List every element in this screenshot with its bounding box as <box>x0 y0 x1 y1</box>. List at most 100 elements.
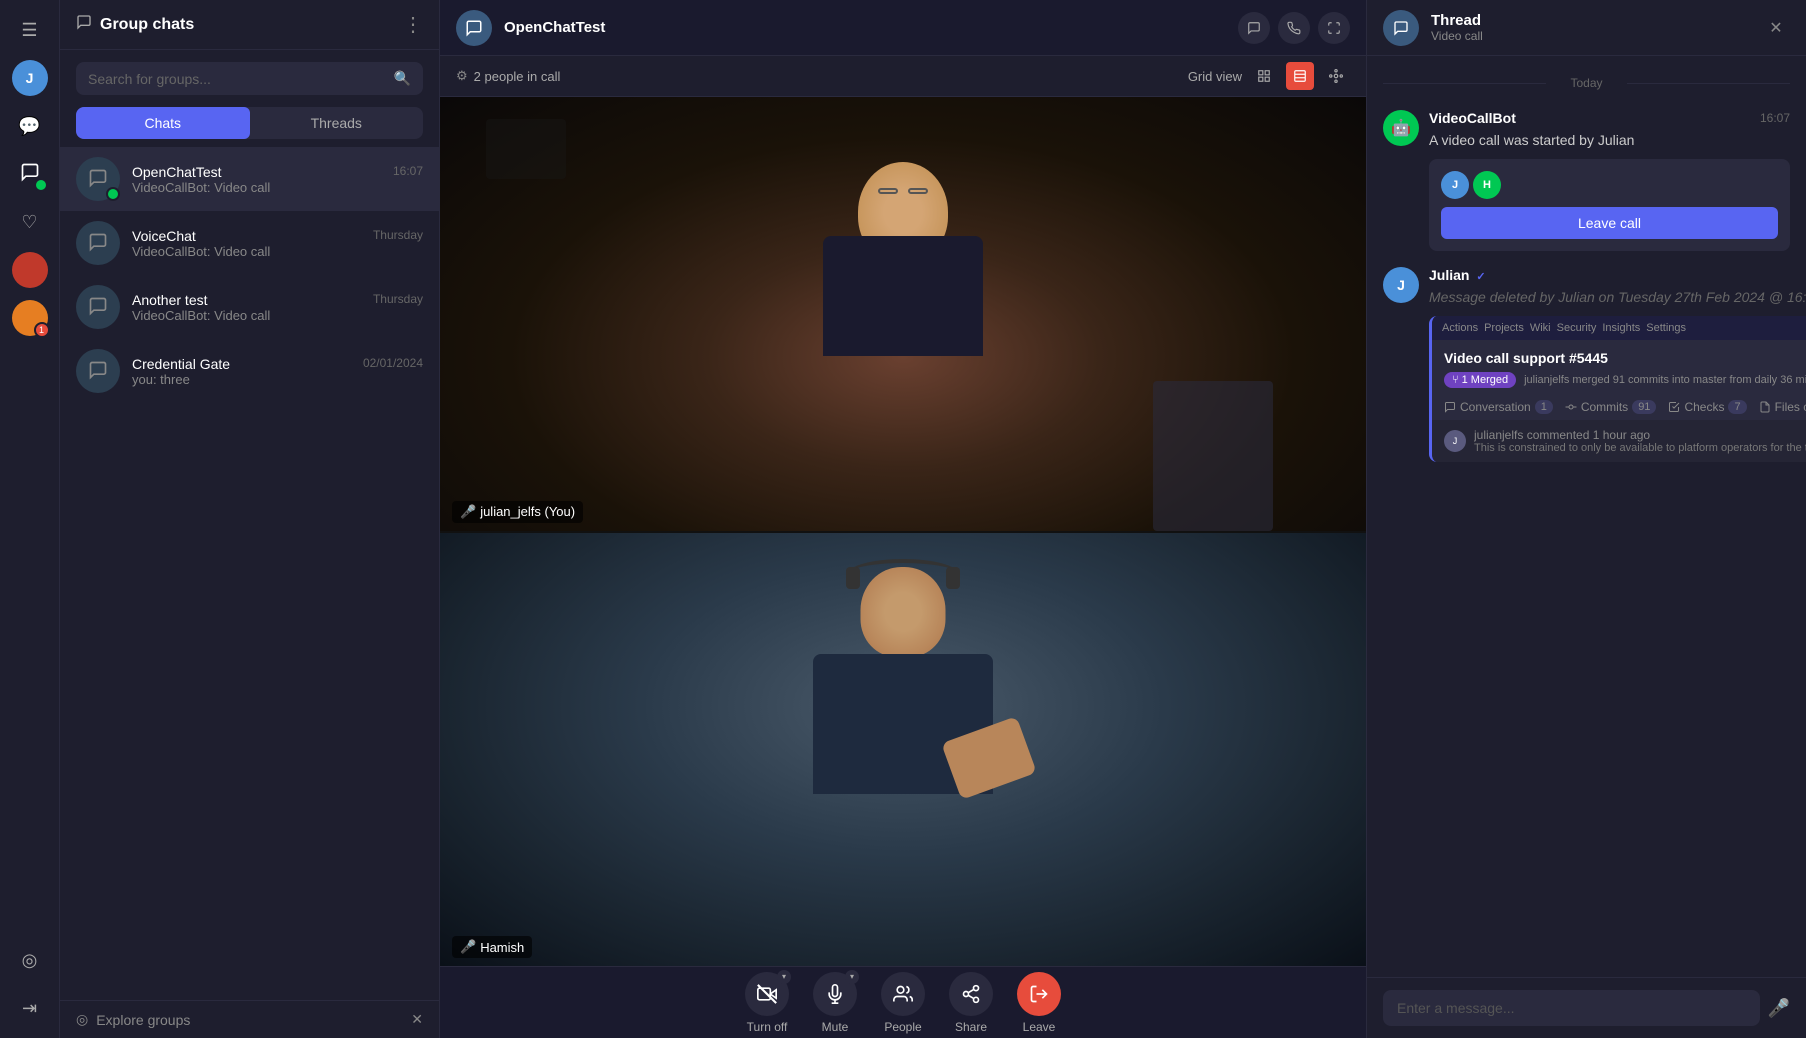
chat-preview: you: three <box>132 372 423 387</box>
footer-user-avatar: J <box>1444 430 1466 452</box>
call-header-name: OpenChatTest <box>504 19 1226 36</box>
group-chat-icon[interactable] <box>10 154 50 194</box>
mute-button[interactable]: ▾ Mute <box>813 972 857 1034</box>
share-icon <box>949 972 993 1016</box>
message-time: 16:07 <box>1760 111 1790 125</box>
link-preview: Actions Projects Wiki Security Insights … <box>1429 316 1806 462</box>
mic-icon-hamish: 🎤 <box>460 939 476 955</box>
main-content: OpenChatTest ⚙ 2 people in call <box>440 0 1366 1038</box>
chat-item-voicechat[interactable]: VoiceChat Thursday VideoCallBot: Video c… <box>60 211 439 275</box>
turn-off-label: Turn off <box>747 1020 788 1034</box>
settings-icon[interactable]: ⚙ <box>456 68 468 84</box>
call-header-avatar <box>456 10 492 46</box>
chat-item-openchattest[interactable]: OpenChatTest 16:07 VideoCallBot: Video c… <box>60 147 439 211</box>
discover-icon[interactable]: ◎ <box>10 940 50 980</box>
leave-call-button[interactable]: Leave call <box>1441 207 1778 239</box>
nav-settings[interactable]: Settings <box>1646 322 1686 334</box>
chat-item-anothertest[interactable]: Another test Thursday VideoCallBot: Vide… <box>60 275 439 339</box>
sidebar: Group chats ⋮ 🔍 Chats Threads OpenChatTe <box>60 0 440 1038</box>
sidebar-menu-button[interactable]: ⋮ <box>403 12 423 37</box>
sidebar-header: Group chats ⋮ <box>60 0 439 50</box>
video-panel-hamish: 🎤 Hamish <box>440 531 1366 967</box>
deleted-message-text: Message deleted by Julian on Tuesday 27t… <box>1429 287 1806 308</box>
explore-groups[interactable]: ◎ Explore groups ✕ <box>60 1000 439 1038</box>
message-header: VideoCallBot 16:07 <box>1429 110 1790 126</box>
tabs-container: Chats Threads <box>76 107 423 139</box>
thread-header: Thread Video call ✕ <box>1367 0 1806 56</box>
call-status-text: 2 people in call <box>474 69 561 84</box>
left-navigation: ☰ J 💬 ♡ 1 ◎ ⇥ <box>0 0 60 1038</box>
view-active-btn[interactable] <box>1286 62 1314 90</box>
nav-security[interactable]: Security <box>1557 322 1597 334</box>
thread-title: Thread <box>1431 12 1750 29</box>
mute-label: Mute <box>822 1020 849 1034</box>
nav-insights[interactable]: Insights <box>1602 322 1640 334</box>
tab-chats[interactable]: Chats <box>76 107 250 139</box>
chat-preview: VideoCallBot: Video call <box>132 180 423 195</box>
stat-commits: Commits 91 <box>1565 400 1657 414</box>
turn-off-button[interactable]: ▾ Turn off <box>745 972 789 1034</box>
avatar-videocallbot: 🤖 <box>1383 110 1419 146</box>
message-julian: J Julian ✓ Message deleted by Julian on … <box>1383 267 1790 462</box>
chat-name-row: OpenChatTest 16:07 <box>132 164 423 180</box>
message-videocallbot: 🤖 VideoCallBot 16:07 A video call was st… <box>1383 110 1790 251</box>
video-panel-julian: 🎤 julian_jelfs (You) <box>440 97 1366 531</box>
search-input[interactable] <box>88 71 386 87</box>
tab-threads[interactable]: Threads <box>250 107 424 139</box>
thread-message-input[interactable] <box>1383 990 1760 1026</box>
favorites-icon[interactable]: ♡ <box>10 202 50 242</box>
avatar-orange[interactable]: 1 <box>10 298 50 338</box>
expand-button[interactable] <box>1318 12 1350 44</box>
mic-icon-julian: 🎤 <box>460 504 476 520</box>
chat-info-voicechat: VoiceChat Thursday VideoCallBot: Video c… <box>132 228 423 259</box>
nav-actions[interactable]: Actions <box>1442 322 1478 334</box>
search-bar: 🔍 <box>76 62 423 95</box>
chat-time: Thursday <box>373 228 423 244</box>
people-button[interactable]: People <box>881 972 925 1034</box>
nav-wiki[interactable]: Wiki <box>1530 322 1551 334</box>
thread-header-info: Thread Video call <box>1431 12 1750 43</box>
chat-time: 16:07 <box>393 164 423 180</box>
chat-preview: VideoCallBot: Video call <box>132 244 423 259</box>
menu-icon[interactable]: ☰ <box>10 10 50 50</box>
voice-input-icon[interactable]: 🎤 <box>1768 998 1790 1019</box>
user-avatar[interactable]: J <box>10 58 50 98</box>
footer-comment-text: This is constrained to only be available… <box>1474 442 1806 454</box>
share-button[interactable]: Share <box>949 972 993 1034</box>
explore-groups-icon: ◎ <box>76 1011 88 1028</box>
avatar-red[interactable] <box>10 250 50 290</box>
sidebar-title-text: Group chats <box>100 16 194 34</box>
chat-list: OpenChatTest 16:07 VideoCallBot: Video c… <box>60 147 439 1000</box>
link-preview-footer: J julianjelfs commented 1 hour ago This … <box>1432 420 1806 462</box>
thread-close-button[interactable]: ✕ <box>1762 14 1790 42</box>
link-preview-nav[interactable]: Actions Projects Wiki Security Insights … <box>1442 322 1686 334</box>
chat-info-openchattest: OpenChatTest 16:07 VideoCallBot: Video c… <box>132 164 423 195</box>
group-chats-icon <box>76 14 92 35</box>
thread-messages: Today 🤖 VideoCallBot 16:07 A video call … <box>1367 56 1806 977</box>
logout-icon[interactable]: ⇥ <box>10 988 50 1028</box>
thread-subtitle: Video call <box>1431 29 1750 43</box>
merge-meta: julianjelfs merged 91 commits into maste… <box>1524 374 1806 386</box>
chat-icon[interactable]: 💬 <box>10 106 50 146</box>
stat-conversation: Conversation 1 <box>1444 400 1553 414</box>
chevron-down-icon: ▾ <box>777 970 791 984</box>
phone-button[interactable] <box>1278 12 1310 44</box>
chat-avatar-voicechat <box>76 221 120 265</box>
view-grid-btn[interactable] <box>1250 62 1278 90</box>
chevron-down-icon: ▾ <box>845 970 859 984</box>
chat-time: Thursday <box>373 292 423 308</box>
message-content-videocallbot: VideoCallBot 16:07 A video call was star… <box>1429 110 1790 251</box>
date-divider: Today <box>1383 72 1790 94</box>
chat-info-anothertest: Another test Thursday VideoCallBot: Vide… <box>132 292 423 323</box>
view-other-btn[interactable] <box>1322 62 1350 90</box>
call-status-bar: ⚙ 2 people in call Grid view <box>440 56 1366 97</box>
message-button[interactable] <box>1238 12 1270 44</box>
message-content-julian: Julian ✓ Message deleted by Julian on Tu… <box>1429 267 1806 462</box>
leave-button[interactable]: Leave <box>1017 972 1061 1034</box>
chat-item-credentialgate[interactable]: Credential Gate 02/01/2024 you: three <box>60 339 439 403</box>
sender-name: Julian ✓ <box>1429 267 1486 283</box>
nav-projects[interactable]: Projects <box>1484 322 1524 334</box>
explore-groups-close[interactable]: ✕ <box>411 1011 423 1028</box>
call-header-actions <box>1238 12 1350 44</box>
mute-icon: ▾ <box>813 972 857 1016</box>
